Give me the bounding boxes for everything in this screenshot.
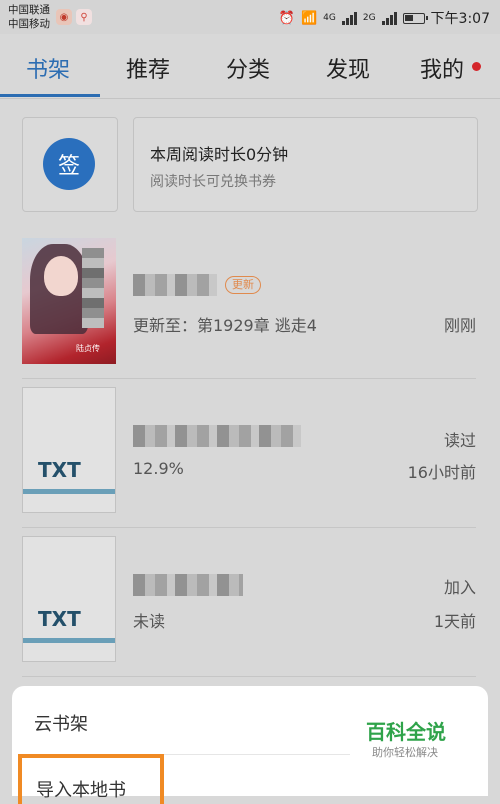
last-read-time: 16小时前 [407,463,476,482]
book-item[interactable]: 陆贞传 更新 更新至：第1929章 逃走4 刚刚 [22,238,476,379]
blurred-book-title [133,425,301,447]
carrier-info: 中国联通 中国移动 [8,3,50,31]
tab-mine[interactable]: 我的 [420,52,464,84]
added-time: 1天前 [433,612,476,631]
active-tab-indicator [0,94,100,97]
reading-time-subtitle: 阅读时长可兑换书券 [150,174,276,190]
book-cover: TXT [22,387,116,513]
blurred-book-title [133,274,217,296]
reading-time-title: 本周阅读时长0分钟 [150,145,289,164]
update-badge: 更新 [225,276,261,294]
network-type-2: 2G [362,13,376,23]
book-item[interactable]: TXT 加入 未读 1天前 [22,536,476,677]
carrier-1: 中国联通 [8,4,50,16]
cover-caption: 陆贞传 [76,344,100,353]
alarm-icon: ⏰ [278,10,295,26]
carrier-2: 中国移动 [8,18,50,30]
clock: 下午3:07 [430,11,490,27]
read-status: 读过 [443,431,476,450]
cloud-bookshelf-option[interactable]: 云书架 [34,710,88,736]
book-cover: 陆贞传 [22,238,116,364]
book-cover: TXT [22,536,116,662]
tab-bookshelf[interactable]: 书架 [26,52,70,84]
wifi-icon: 📶 [300,10,318,26]
reading-time-card[interactable]: 本周阅读时长0分钟 阅读时长可兑换书券 [133,117,478,212]
notification-dot [472,62,481,71]
status-bar: 中国联通 中国移动 ◉ ⚲ ⏰ 📶 4G 2G 下午3:07 [0,0,500,34]
tab-discover[interactable]: 发现 [326,52,370,84]
top-tab-bar: 书架 推荐 分类 发现 我的 [0,34,500,99]
cover-stripe [23,638,115,643]
blurred-book-title [133,574,243,596]
status-indicators: ⏰ 📶 4G 2G 下午3:07 [279,8,490,28]
read-progress: 12.9% [133,459,184,478]
watermark-subtitle: 助你轻松解决 [372,746,438,759]
watermark-title: 百科全说 [366,720,446,744]
network-type-1: 4G [323,13,336,23]
cover-face [44,256,78,296]
read-status: 加入 [443,578,476,597]
read-progress: 未读 [133,612,166,631]
signal-icon-2 [381,11,397,25]
signal-icon [341,11,357,25]
latest-chapter: 更新至：第1929章 逃走4 [133,316,317,335]
map-pin-icon: ⚲ [76,9,92,25]
tab-recommend[interactable]: 推荐 [126,52,170,84]
txt-label: TXT [38,458,81,482]
update-time: 刚刚 [443,316,476,335]
import-local-book-option[interactable]: 导入本地书 [18,754,164,804]
tab-category[interactable]: 分类 [226,52,270,84]
sign-in-button[interactable]: 签 [22,117,118,212]
blurred-cover-title [82,248,104,328]
cover-stripe [23,489,115,494]
weibo-icon: ◉ [56,9,72,25]
book-item[interactable]: TXT 读过 12.9% 16小时前 [22,387,476,528]
txt-label: TXT [38,607,81,631]
bottom-sheet-menu: 云书架 导入本地书 百科全说 助你轻松解决 [12,686,488,804]
battery-icon [402,12,428,24]
sign-in-icon: 签 [43,138,95,190]
